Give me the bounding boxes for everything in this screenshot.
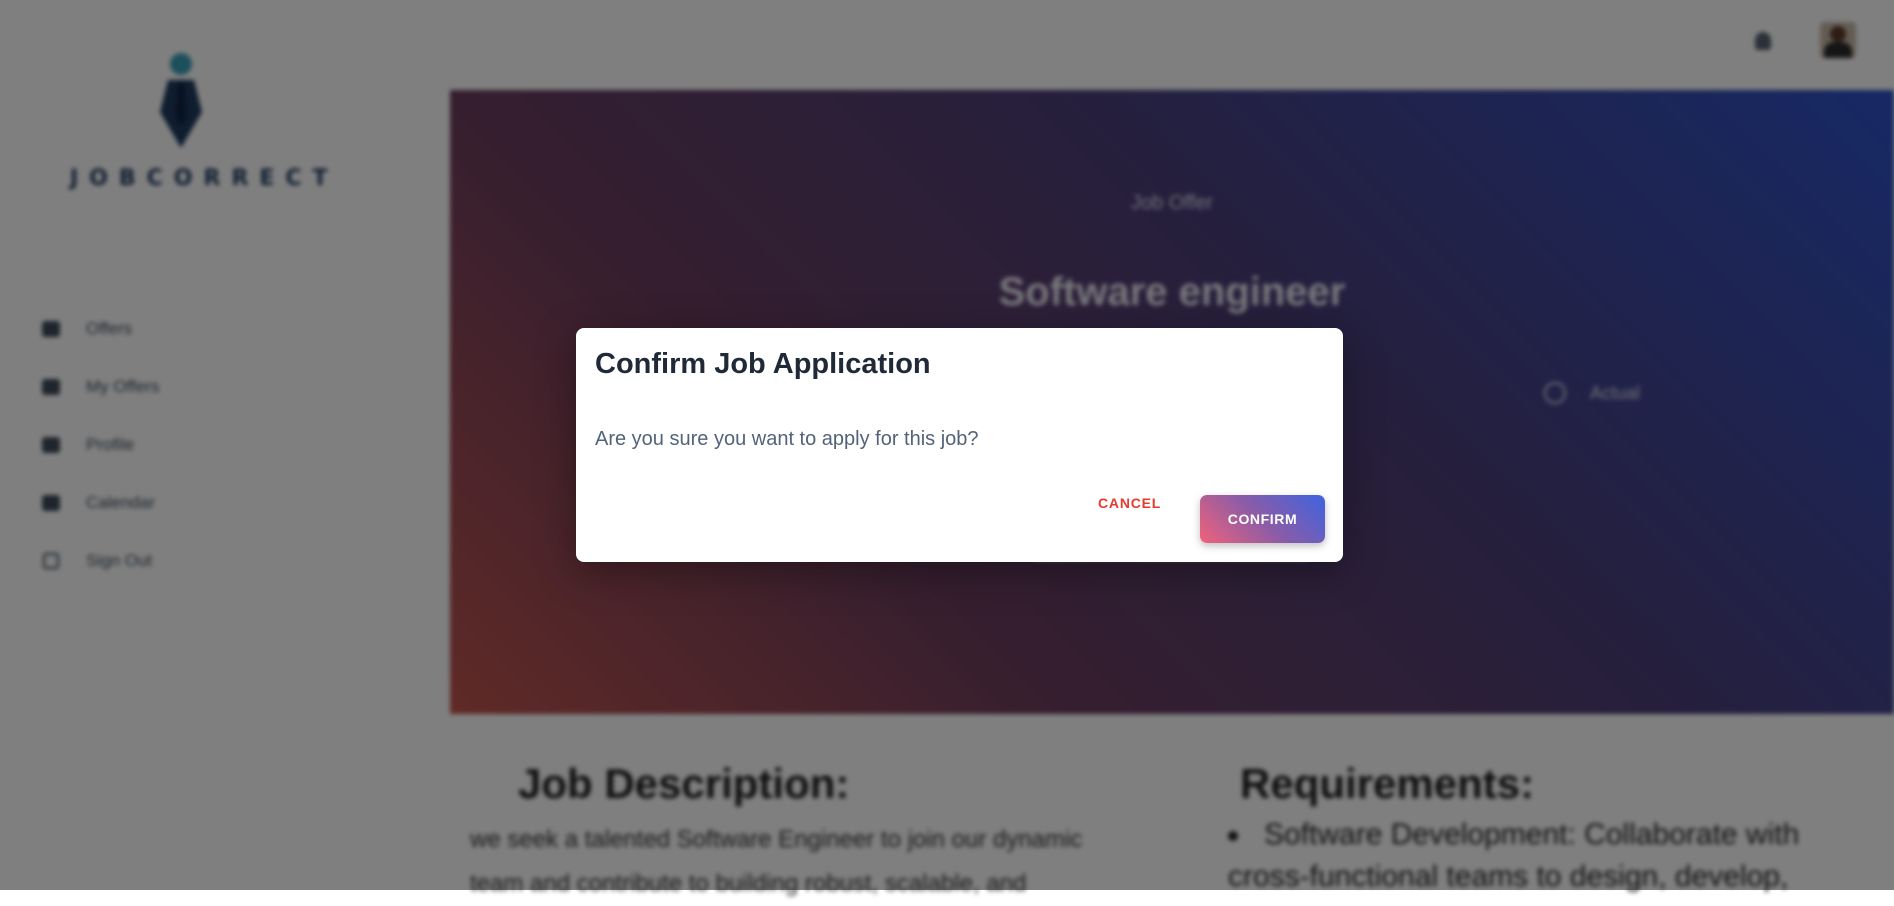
dialog-message: Are you sure you want to apply for this … — [595, 428, 979, 450]
confirm-button[interactable]: CONFIRM — [1200, 495, 1325, 543]
confirm-dialog: Confirm Job Application Are you sure you… — [576, 328, 1343, 562]
cancel-button[interactable]: CANCEL — [1098, 495, 1161, 511]
dialog-title: Confirm Job Application — [595, 348, 931, 380]
